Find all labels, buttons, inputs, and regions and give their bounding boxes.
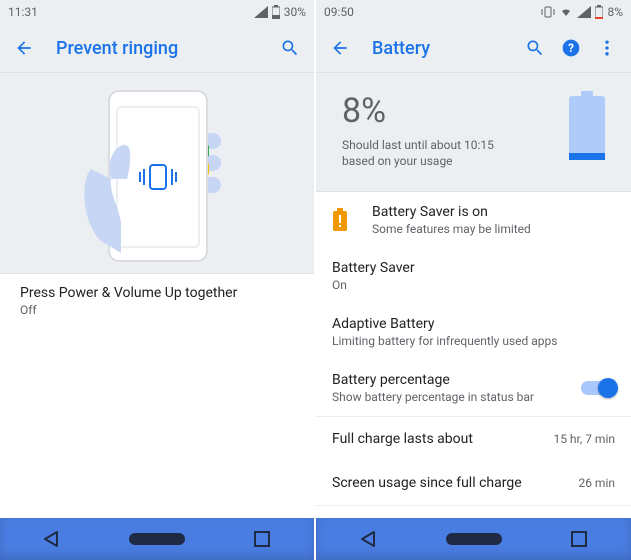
status-time: 11:31	[8, 5, 38, 19]
item-sub: Off	[20, 303, 298, 319]
back-button[interactable]	[322, 30, 358, 66]
nav-recents-button[interactable]	[551, 521, 607, 557]
status-bar: 09:50 8%	[316, 0, 631, 24]
search-button[interactable]	[272, 30, 308, 66]
item-title: Press Power & Volume Up together	[20, 285, 298, 301]
item-title: Battery Saver is on	[372, 204, 615, 220]
cellular-icon	[254, 6, 268, 18]
battery-footnote-item: Battery usage data is approximate and ca…	[316, 506, 631, 518]
back-button[interactable]	[6, 30, 42, 66]
full-charge-item[interactable]: Full charge lasts about 15 hr, 7 min	[316, 417, 631, 461]
adaptive-battery-item[interactable]: Adaptive Battery Limiting battery for in…	[316, 304, 631, 360]
item-sub: On	[332, 278, 615, 294]
battery-level-icon	[567, 91, 607, 167]
content: Press Power & Volume Up together Off	[0, 73, 314, 518]
nav-back-button[interactable]	[24, 521, 80, 557]
battery-estimate-text: Should last until about 10:15 based on y…	[342, 137, 517, 169]
nav-recents-button[interactable]	[234, 521, 290, 557]
navigation-bar	[0, 518, 314, 560]
battery-percentage-item[interactable]: Battery percentage Show battery percenta…	[316, 360, 631, 416]
item-value: 26 min	[578, 476, 615, 490]
status-battery-pct: 30%	[284, 5, 306, 19]
item-title: Full charge lasts about	[332, 431, 545, 447]
battery-alert-icon	[332, 208, 372, 232]
nav-home-button[interactable]	[129, 521, 185, 557]
action-bar: Prevent ringing	[0, 24, 314, 73]
svg-text:?: ?	[568, 41, 574, 55]
content: 8% Should last until about 10:15 based o…	[316, 73, 631, 518]
item-title: Battery percentage	[332, 372, 581, 388]
battery-percentage-large: 8%	[342, 91, 517, 131]
item-sub: Show battery percentage in status bar	[332, 390, 581, 406]
item-sub: Some features may be limited	[372, 222, 615, 238]
page-title: Prevent ringing	[56, 38, 272, 59]
screenshot-prevent-ringing: 11:31 30% Prevent ringing	[0, 0, 316, 560]
battery-saver-alert-item[interactable]: Battery Saver is on Some features may be…	[316, 192, 631, 248]
item-title: Screen usage since full charge	[332, 475, 570, 491]
battery-saver-item[interactable]: Battery Saver On	[316, 248, 631, 304]
overflow-menu-button[interactable]	[589, 30, 625, 66]
page-title: Battery	[372, 38, 517, 59]
action-bar: Battery ?	[316, 24, 631, 73]
item-title: Battery Saver	[332, 260, 615, 276]
battery-icon	[595, 5, 603, 19]
wifi-icon	[559, 6, 573, 18]
item-sub: Limiting battery for infrequently used a…	[332, 334, 615, 350]
navigation-bar	[316, 518, 631, 560]
screenshot-battery: 09:50 8% Battery ?	[316, 0, 631, 560]
status-time: 09:50	[324, 5, 354, 19]
battery-percentage-toggle[interactable]	[581, 381, 615, 395]
screen-usage-item[interactable]: Screen usage since full charge 26 min	[316, 461, 631, 505]
nav-back-button[interactable]	[341, 521, 397, 557]
item-title: Adaptive Battery	[332, 316, 615, 332]
item-value: 15 hr, 7 min	[553, 432, 615, 446]
search-button[interactable]	[517, 30, 553, 66]
help-button[interactable]: ?	[553, 30, 589, 66]
battery-summary: 8% Should last until about 10:15 based o…	[316, 73, 631, 192]
status-bar: 11:31 30%	[0, 0, 314, 24]
vibrate-icon	[541, 6, 555, 18]
status-battery-pct: 8%	[607, 5, 623, 19]
cellular-icon	[577, 6, 591, 18]
prevent-ringing-illustration	[0, 73, 314, 274]
prevent-ringing-item[interactable]: Press Power & Volume Up together Off	[0, 274, 314, 330]
battery-icon	[272, 5, 280, 19]
nav-home-button[interactable]	[446, 521, 502, 557]
